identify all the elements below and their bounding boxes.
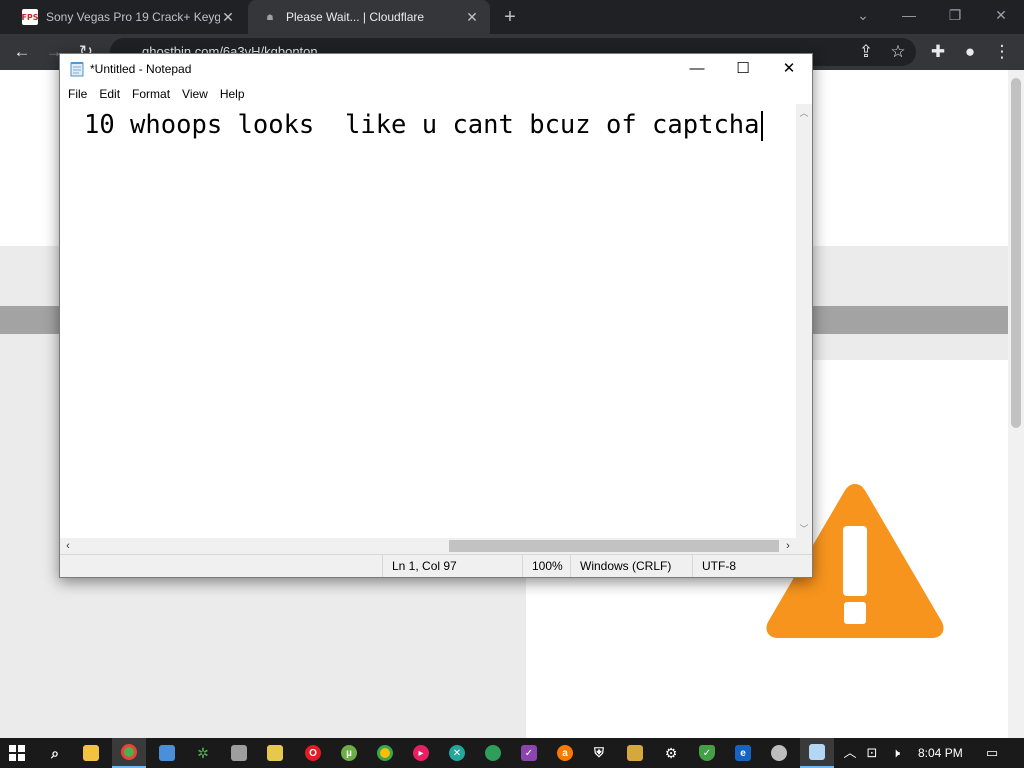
notepad-taskbar-icon[interactable]: [800, 738, 834, 768]
tab-title: Please Wait... | Cloudflare: [286, 10, 425, 24]
scroll-right-icon[interactable]: ›: [780, 538, 796, 554]
fps-favicon-icon: FPS: [21, 9, 39, 25]
desktop-screen: FPS Sony Vegas Pro 19 Crack+ Keyge ✕ ☗ P…: [0, 0, 1024, 768]
windows-taskbar: ⌕ ✲ O µ ▸ ✕ ✓ a ⛨ ⚙ ✓ e ︿ ⊡ 🕨 8:04 PM ▭: [0, 738, 1024, 768]
tab-cloudflare[interactable]: ☗ Please Wait... | Cloudflare ✕: [248, 0, 490, 34]
start-button[interactable]: [0, 738, 34, 768]
notepad-app-icon: [70, 62, 84, 77]
minimize-icon[interactable]: —: [674, 54, 720, 84]
tray-expand-icon[interactable]: ︿: [842, 745, 858, 761]
control-panel-icon[interactable]: [150, 738, 184, 768]
windows-security-icon[interactable]: ⛨: [582, 738, 616, 768]
status-cursor-position: Ln 1, Col 97: [382, 555, 522, 577]
notepad-window[interactable]: *Untitled - Notepad — ☐ ✕ File Edit Form…: [59, 53, 813, 578]
notepad-text-area[interactable]: 10 whoops looks like u cant bcuz of capt…: [60, 104, 796, 538]
avast-icon[interactable]: a: [548, 738, 582, 768]
chrome-icon[interactable]: [112, 738, 146, 768]
network-icon[interactable]: ⊡: [864, 745, 880, 761]
more-menu-icon[interactable]: ⋮: [990, 40, 1014, 64]
menu-format[interactable]: Format: [126, 84, 176, 104]
back-arrow-icon[interactable]: ←: [10, 40, 34, 64]
opera-icon[interactable]: O: [296, 738, 330, 768]
visual-studio-icon[interactable]: ✓: [512, 738, 546, 768]
text-caret: [760, 111, 763, 141]
clock-time[interactable]: 8:04 PM: [918, 738, 963, 768]
notepad-status-bar: Ln 1, Col 97 100% Windows (CRLF) UTF-8: [60, 554, 812, 577]
scroll-down-icon[interactable]: ﹀: [796, 522, 812, 535]
notepad-vertical-scrollbar[interactable]: ︿ ﹀: [796, 104, 812, 538]
volume-muted-icon[interactable]: 🕨: [888, 745, 904, 761]
browser-tab-strip: FPS Sony Vegas Pro 19 Crack+ Keyge ✕ ☗ P…: [0, 0, 1024, 34]
file-manager-icon[interactable]: [618, 738, 652, 768]
settings-gear-icon[interactable]: ⚙: [654, 738, 688, 768]
maximize-icon[interactable]: ☐: [720, 54, 766, 84]
menu-help[interactable]: Help: [214, 84, 251, 104]
ie-app-icon[interactable]: e: [726, 738, 760, 768]
scroll-up-icon[interactable]: ︿: [796, 106, 812, 119]
google-chrome-alt-icon[interactable]: [368, 738, 402, 768]
share-icon[interactable]: ⇪: [854, 40, 878, 64]
status-line-ending: Windows (CRLF): [570, 555, 692, 577]
close-icon[interactable]: ✕: [978, 0, 1024, 30]
utorrent-icon[interactable]: µ: [332, 738, 366, 768]
monitor-app-icon[interactable]: [222, 738, 256, 768]
notifications-icon[interactable]: ▭: [984, 745, 1000, 761]
document-text: 10 whoops looks like u cant bcuz of capt…: [84, 110, 760, 140]
vpn-shield-icon[interactable]: ✓: [690, 738, 724, 768]
menu-view[interactable]: View: [176, 84, 214, 104]
scrollbar-corner: [796, 538, 812, 554]
notepad-menu-bar: File Edit Format View Help: [60, 84, 812, 104]
horizontal-scrollbar-thumb[interactable]: [449, 540, 779, 552]
cannabis-app-icon[interactable]: ✲: [186, 738, 220, 768]
menu-edit[interactable]: Edit: [93, 84, 126, 104]
text-content-line: 10 whoops looks like u cant bcuz of capt…: [84, 108, 763, 142]
window-title: *Untitled - Notepad: [90, 62, 192, 76]
tab-search-chevron-icon[interactable]: ⌄: [840, 0, 886, 30]
extensions-puzzle-icon[interactable]: ✚: [926, 40, 950, 64]
notes-app-icon[interactable]: [258, 738, 292, 768]
windows-logo-icon: [9, 745, 25, 761]
tab-sony-vegas[interactable]: FPS Sony Vegas Pro 19 Crack+ Keyge ✕: [8, 0, 246, 34]
scrollbar-thumb[interactable]: [1011, 78, 1021, 428]
edge-icon[interactable]: [476, 738, 510, 768]
new-tab-icon[interactable]: +: [498, 5, 522, 29]
scroll-left-icon[interactable]: ‹: [60, 538, 76, 554]
tab-title: Sony Vegas Pro 19 Crack+ Keyge: [46, 10, 220, 24]
search-icon[interactable]: ⌕: [38, 738, 72, 768]
notepad-title-bar[interactable]: *Untitled - Notepad — ☐ ✕: [60, 54, 812, 84]
bookmark-star-icon[interactable]: ☆: [886, 40, 910, 64]
menu-file[interactable]: File: [62, 84, 93, 104]
restore-icon[interactable]: ❐: [932, 0, 978, 30]
x-app-icon[interactable]: ✕: [440, 738, 474, 768]
minimize-icon[interactable]: —: [886, 0, 932, 30]
profile-avatar-icon[interactable]: ●: [958, 40, 982, 64]
tab-close-icon[interactable]: ✕: [220, 9, 236, 26]
cloudflare-favicon-icon: ☗: [266, 12, 274, 22]
notepad-horizontal-scrollbar[interactable]: ‹ ›: [60, 538, 796, 554]
tab-close-icon[interactable]: ✕: [464, 9, 480, 26]
close-icon[interactable]: ✕: [766, 54, 812, 84]
disk-app-icon[interactable]: [762, 738, 796, 768]
media-player-icon[interactable]: ▸: [404, 738, 438, 768]
file-explorer-icon[interactable]: [74, 738, 108, 768]
page-vertical-scrollbar[interactable]: [1008, 70, 1024, 738]
status-encoding: UTF-8: [692, 555, 812, 577]
